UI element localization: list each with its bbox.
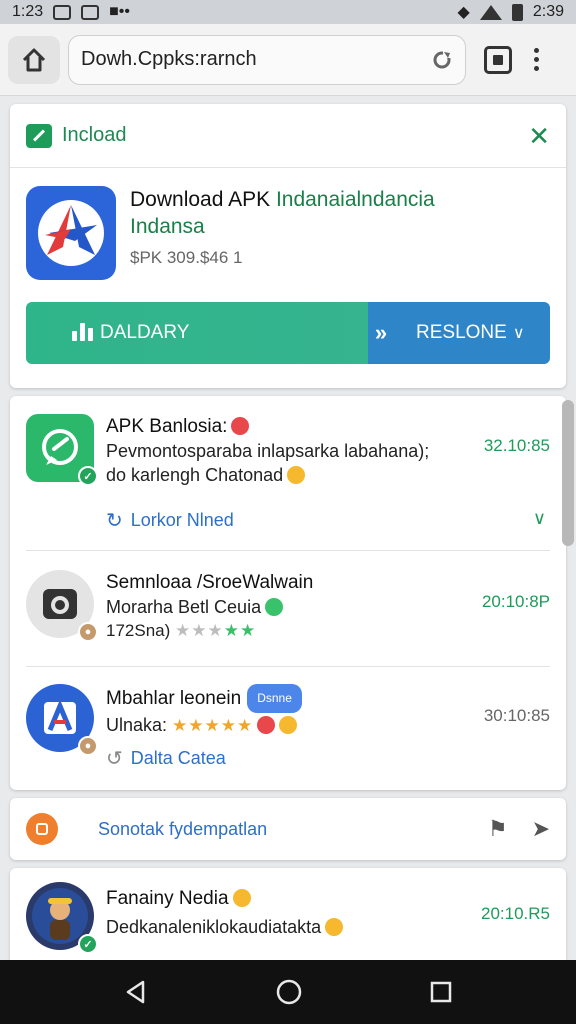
list-item[interactable]: ● Semnloaa /SroeWalwain Morarha Betl Ceu… bbox=[26, 570, 550, 664]
app-price: $PK 309.$46 1 bbox=[130, 248, 243, 267]
overflow-menu-button[interactable] bbox=[534, 48, 539, 71]
battery-icon bbox=[511, 3, 523, 21]
vibrate-icon: ◆ bbox=[457, 4, 470, 21]
recents-icon[interactable] bbox=[429, 980, 453, 1004]
status-badge-icon: ● bbox=[78, 622, 98, 642]
app-logo-icon bbox=[38, 200, 104, 266]
row-time: 32.10:85 bbox=[483, 436, 550, 455]
app-name-highlight: Indanaialndancia bbox=[275, 188, 435, 211]
tabs-button[interactable] bbox=[484, 45, 512, 74]
action-bar-card: Sonotak fydempatlan ⚑ ➤ bbox=[10, 798, 566, 860]
list-item[interactable]: ✓ Fanainy Nedia Dedkanaleniklokaudiatakt… bbox=[26, 882, 550, 954]
emoji-icon bbox=[232, 889, 251, 907]
signal-bars-icon bbox=[72, 323, 93, 341]
verified-badge-icon: ✓ bbox=[78, 466, 98, 486]
system-nav-bar bbox=[0, 960, 576, 1024]
expand-chevron-icon[interactable]: ∨ bbox=[533, 508, 546, 529]
row-link-label: Dalta Catea bbox=[130, 748, 226, 768]
row-pill: Dsnne bbox=[247, 684, 302, 713]
app-icon bbox=[26, 186, 116, 280]
address-bar[interactable]: Dowh.Cppks:rarnch bbox=[68, 34, 466, 85]
resolve-button[interactable]: » RESLONE ∨ bbox=[368, 302, 550, 364]
emoji-icon bbox=[279, 716, 298, 734]
app-list-card: ✓ APK Banlosia: Pevmontosparaba inlapsar… bbox=[10, 396, 566, 790]
row-title: Fanainy Nedia bbox=[106, 888, 229, 909]
divider bbox=[26, 550, 550, 551]
home-icon bbox=[22, 48, 46, 71]
emoji-icon bbox=[265, 598, 284, 616]
scrollbar[interactable] bbox=[562, 400, 574, 546]
share-arrow-icon[interactable]: ➤ bbox=[532, 816, 550, 842]
image-notification-icon bbox=[53, 4, 72, 20]
bottom-list-card: ✓ Fanainy Nedia Dedkanaleniklokaudiatakt… bbox=[10, 868, 566, 960]
chevron-down-icon: ∨ bbox=[512, 325, 525, 342]
orange-app-icon bbox=[26, 813, 58, 845]
divider bbox=[26, 666, 550, 667]
row-link[interactable]: ↻ Lorkor Nlned bbox=[106, 508, 234, 533]
row-subtitle: Morarha Betl Ceuia bbox=[106, 597, 262, 617]
status-badge-icon: ● bbox=[78, 736, 98, 756]
status-bar: 1:23 ■•• ◆ 2:39 bbox=[0, 0, 576, 24]
download-card: Incload ✕ Download APK Indanaialndancia … bbox=[10, 104, 566, 388]
back-icon[interactable] bbox=[123, 979, 149, 1005]
list-item[interactable]: ✓ APK Banlosia: Pevmontosparaba inlapsar… bbox=[26, 414, 550, 544]
emoji-icon bbox=[287, 466, 306, 484]
app-avatar: ✓ bbox=[26, 414, 98, 486]
row-time: 20:10.R5 bbox=[481, 904, 550, 923]
row-title: Semnloaa /SroeWalwain bbox=[106, 572, 314, 593]
emoji-icon bbox=[231, 417, 250, 435]
app-name-line2: Indansa bbox=[130, 215, 205, 238]
wifi-icon bbox=[479, 4, 502, 20]
app-name: Download APK Indanaialndancia Indansa bbox=[130, 186, 550, 240]
row-subtitle-2: do karlengh Chatonad bbox=[106, 465, 284, 485]
more-notifications-icon: ■•• bbox=[109, 3, 131, 20]
home-button[interactable] bbox=[8, 35, 60, 84]
row-time: 30:10:85 bbox=[483, 706, 550, 725]
camera-notification-icon bbox=[81, 4, 100, 20]
download-card-title: Incload bbox=[62, 124, 127, 146]
download-card-header: Incload ✕ bbox=[10, 104, 566, 168]
download-badge-icon bbox=[26, 123, 52, 148]
row-link-label: Lorkor Nlned bbox=[130, 510, 234, 530]
reload-icon[interactable] bbox=[431, 49, 453, 71]
tabs-icon bbox=[493, 54, 503, 65]
app-name-prefix: Download APK bbox=[130, 188, 271, 211]
home-circle-icon[interactable] bbox=[275, 978, 303, 1006]
emoji-icon bbox=[325, 918, 344, 936]
share-icon: ↺ bbox=[106, 748, 123, 770]
rating-stars: ★★★★★ bbox=[172, 716, 254, 735]
download-button[interactable]: DALDARY bbox=[26, 302, 368, 364]
row-subtitle: Dedkanaleniklokaudiatakta bbox=[106, 917, 322, 937]
bookmark-icon[interactable]: ⚑ bbox=[488, 816, 508, 842]
forward-arrow-icon: » bbox=[368, 302, 394, 364]
row-time: 20:10:8P bbox=[481, 592, 550, 611]
verified-badge-icon: ✓ bbox=[78, 934, 98, 954]
url-text[interactable]: Dowh.Cppks:rarnch bbox=[81, 48, 431, 71]
row-subtitle: Pevmontosparaba inlapsarka labahana); bbox=[106, 441, 430, 461]
resolve-button-label: RESLONE bbox=[416, 322, 507, 343]
row-rating-count: 172Sna) bbox=[106, 621, 171, 640]
rating-stars: ★★★★★ bbox=[175, 621, 257, 640]
download-button-label: DALDARY bbox=[100, 322, 190, 343]
row-title: APK Banlosia: bbox=[106, 416, 228, 437]
list-item[interactable]: ● Mbahlar leonein Dsnne Ulnaka: ★★★★★ 30:… bbox=[26, 684, 550, 778]
app-avatar: ● bbox=[26, 684, 98, 756]
refresh-icon: ↻ bbox=[106, 510, 123, 532]
row-link[interactable]: ↺ Dalta Catea bbox=[106, 746, 226, 771]
row-subtitle: Ulnaka: bbox=[106, 715, 168, 735]
row-title: Mbahlar leonein bbox=[106, 688, 242, 709]
browser-toolbar: Dowh.Cppks:rarnch bbox=[0, 24, 576, 96]
action-bar-text[interactable]: Sonotak fydempatlan bbox=[98, 819, 267, 840]
emoji-icon bbox=[257, 716, 276, 734]
status-time-right: 2:39 bbox=[532, 3, 564, 20]
app-avatar: ✓ bbox=[26, 882, 98, 954]
status-time-left: 1:23 bbox=[12, 3, 44, 20]
close-icon[interactable]: ✕ bbox=[528, 123, 550, 149]
app-avatar: ● bbox=[26, 570, 98, 642]
